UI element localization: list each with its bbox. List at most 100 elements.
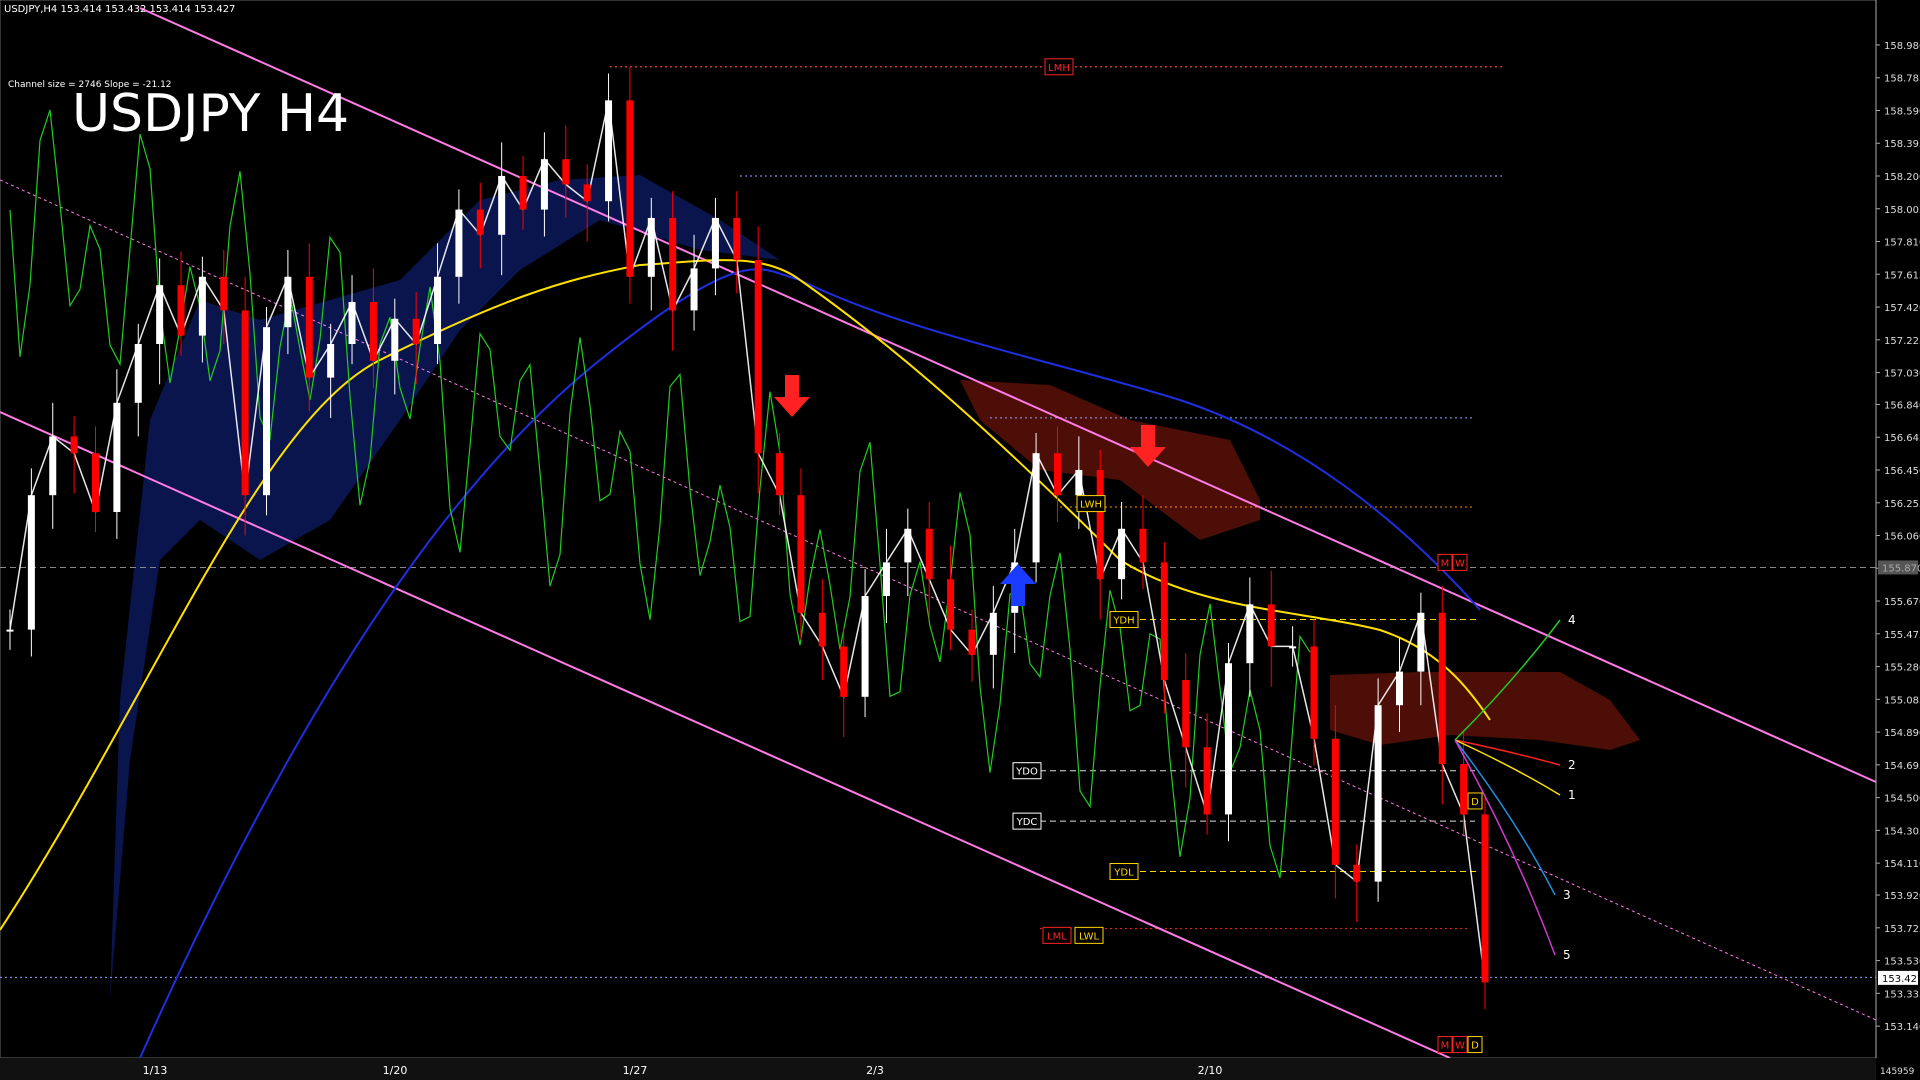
candle-body	[583, 184, 591, 202]
projection-label: 2	[1568, 758, 1576, 772]
level-tag-text: LWL	[1079, 931, 1100, 942]
candle-body	[1267, 604, 1275, 647]
y-tick-label: 153.335	[1884, 989, 1920, 1000]
level-tag: M	[1437, 1036, 1453, 1054]
candle-body	[434, 276, 442, 344]
axis-price-box: 153.427	[1878, 970, 1920, 985]
x-tick-label: 1/13	[143, 1064, 168, 1077]
candle-body	[1289, 646, 1297, 649]
cloud-blue	[110, 175, 780, 1000]
candle-body	[156, 285, 164, 344]
y-tick-label: 158.980	[1884, 41, 1920, 52]
level-tag: D	[1467, 1036, 1483, 1054]
y-tick-label: 153.530	[1884, 957, 1920, 968]
candle-body	[733, 218, 741, 260]
y-tick-label: 155.085	[1884, 695, 1920, 706]
projection-label: 1	[1568, 788, 1576, 802]
y-tick-label: 154.695	[1884, 761, 1920, 772]
candle-body	[904, 528, 912, 563]
level-tag-text: LMH	[1048, 63, 1070, 74]
ma-white-line	[9, 100, 1486, 983]
y-tick-label: 158.200	[1884, 172, 1920, 183]
candle-body	[1118, 528, 1126, 580]
y-tick-label: 157.030	[1884, 369, 1920, 380]
symbol-quote-line: USDJPY,H4 153.414 153.432 153.414 153.42…	[4, 4, 236, 15]
candle-body	[540, 159, 548, 210]
candle-body	[1353, 864, 1361, 882]
candle-body	[690, 268, 698, 311]
y-tick-label: 155.475	[1884, 630, 1920, 641]
candle-body	[327, 344, 335, 378]
candle-body	[1032, 453, 1040, 563]
candle-body	[348, 302, 356, 344]
candle-body	[113, 402, 121, 512]
y-tick-label: 158.005	[1884, 205, 1920, 216]
level-tag: LWH	[1076, 495, 1106, 513]
candle-body	[776, 453, 784, 496]
y-tick-label: 156.060	[1884, 532, 1920, 543]
level-tag-text: YDO	[1015, 767, 1038, 778]
candle-body	[1417, 612, 1425, 672]
candle-body	[925, 528, 933, 580]
projection-label: 5	[1563, 948, 1571, 962]
candle-body	[1310, 646, 1318, 739]
candle-body	[861, 596, 869, 697]
x-tick-label: 1/27	[623, 1064, 648, 1077]
y-tick-label: 154.305	[1884, 826, 1920, 837]
candle-body	[647, 218, 655, 277]
candle-body	[669, 218, 677, 311]
y-tick-label: 156.450	[1884, 466, 1920, 477]
level-tag-text: D	[1471, 797, 1479, 808]
candle-body	[1053, 453, 1061, 496]
y-tick-label: 153.920	[1884, 891, 1920, 902]
candle-body	[947, 579, 955, 630]
level-tag-text: M	[1441, 558, 1450, 569]
projection-line	[1454, 739, 1556, 956]
candle-body	[92, 453, 100, 512]
y-tick-label: 154.500	[1884, 794, 1920, 805]
level-tag: W	[1452, 1036, 1468, 1054]
footer-value: 145959	[1880, 1067, 1915, 1077]
candle-body	[1374, 705, 1382, 882]
level-tag-text: W	[1455, 1041, 1465, 1052]
candle-body	[1075, 470, 1083, 496]
candle-body	[241, 310, 249, 496]
candle-body	[711, 218, 719, 269]
level-tag-text: M	[1441, 1041, 1450, 1052]
candle-body	[455, 209, 463, 277]
candle-body	[1460, 764, 1468, 815]
level-tag-text: YDC	[1016, 817, 1038, 828]
y-tick-label: 157.810	[1884, 238, 1920, 249]
candle-body	[562, 159, 570, 185]
level-tag: YDO	[1012, 762, 1042, 780]
axis-price-box: 155.870	[1878, 560, 1920, 575]
candle-body	[882, 562, 890, 596]
candle-body	[1438, 612, 1446, 764]
level-tag-text: YDH	[1112, 616, 1134, 627]
candle-body	[1246, 604, 1254, 664]
level-tag-text: D	[1471, 1041, 1479, 1052]
candle-body	[284, 276, 292, 328]
candle-body	[1331, 738, 1339, 865]
y-tick-label: 156.840	[1884, 400, 1920, 411]
price-chart[interactable]: 42135LMHLWHYDHYDOYDCYDLLML LWLM WDM W D158.9…	[0, 0, 1920, 1080]
candle-body	[134, 344, 142, 403]
candle-body	[1224, 663, 1232, 815]
y-tick-label: 153.725	[1884, 924, 1920, 935]
candle-body	[498, 176, 506, 235]
x-tick-label: 2/10	[1198, 1064, 1223, 1077]
candle-body	[840, 646, 848, 697]
candle-body	[263, 327, 271, 496]
y-tick-label: 157.615	[1884, 270, 1920, 281]
level-tag-text: YDL	[1113, 868, 1134, 879]
y-tick-label: 156.645	[1884, 433, 1920, 444]
candle-body	[198, 276, 206, 336]
sell-arrow-icon	[774, 375, 810, 417]
candle-body	[27, 495, 35, 630]
candle-body	[968, 629, 976, 655]
candle-body	[70, 436, 78, 454]
candle-body	[305, 276, 313, 378]
cloud-red-1	[960, 380, 1260, 540]
candle-body	[476, 209, 484, 235]
y-tick-label: 154.890	[1884, 728, 1920, 739]
